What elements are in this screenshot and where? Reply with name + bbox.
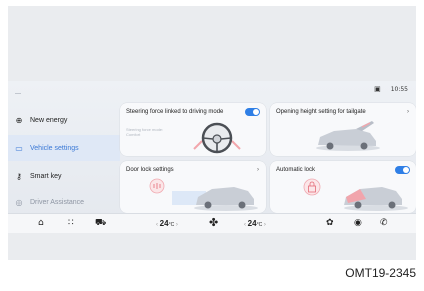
- sidebar-item-label: Driver Assistance: [30, 198, 85, 206]
- tailgate-height-card[interactable]: Opening height setting for tailgate ›: [270, 103, 416, 156]
- sidebar-item-new-energy[interactable]: ⊕ New energy: [8, 107, 120, 133]
- key-icon: ⚷: [16, 171, 22, 181]
- left-temperature[interactable]: ‹ 24°C ›: [156, 219, 178, 228]
- assistant-icon[interactable]: ◉: [354, 218, 362, 228]
- clock: 10:55: [390, 86, 408, 93]
- fan-icon[interactable]: ✤: [209, 216, 218, 229]
- steering-force-card[interactable]: Steering force linked to driving mode St…: [120, 103, 266, 156]
- battery-icon: ▣: [374, 85, 381, 93]
- sidebar: ⊕ New energy ▭ Vehicle settings ⚷ Smart …: [8, 81, 120, 233]
- phone-icon[interactable]: ✆: [380, 218, 388, 228]
- automatic-lock-card[interactable]: Automatic lock: [270, 161, 416, 213]
- car-auto-lock-icon: [303, 178, 408, 211]
- bottom-dock: ⌂ ∷ ⛟ ‹ 24°C › ✤ ‹ 24°C › ✿ ◉ ✆: [8, 213, 416, 233]
- car-icon: ▭: [15, 143, 23, 153]
- card-title: Opening height setting for tailgate: [276, 109, 366, 115]
- sidebar-item-label: Vehicle settings: [30, 144, 79, 152]
- right-temperature[interactable]: ‹ 24°C ›: [244, 219, 266, 228]
- sidebar-item-driver-assistance[interactable]: ◎ Driver Assistance: [8, 191, 120, 213]
- figure-caption: OMT19-2345: [345, 266, 416, 280]
- energy-icon: ⊕: [15, 115, 23, 125]
- card-title: Automatic lock: [276, 167, 316, 173]
- sidebar-item-vehicle-settings[interactable]: ▭ Vehicle settings: [8, 135, 120, 161]
- chevron-right-icon: ›: [257, 167, 259, 173]
- automatic-lock-toggle[interactable]: [395, 166, 410, 174]
- assist-icon: ◎: [15, 197, 23, 207]
- card-title: Door lock settings: [126, 167, 174, 173]
- card-title: Steering force linked to driving mode: [126, 109, 224, 115]
- right-temp-value: 24: [247, 219, 257, 228]
- infotainment-screen: ▣ 10:55 ⊕ New energy ▭ Vehicle settings …: [8, 81, 416, 233]
- car-icon[interactable]: ⛟: [95, 218, 106, 229]
- car-tailgate-icon: [316, 121, 380, 151]
- apps-icon[interactable]: ∷: [68, 218, 74, 228]
- steering-mode-text: Steering force mode: Comfort: [126, 127, 164, 137]
- sidebar-item-label: Smart key: [30, 172, 62, 180]
- chevron-right-icon: ›: [407, 109, 409, 115]
- left-temp-value: 24: [159, 219, 169, 228]
- sidebar-item-smart-key[interactable]: ⚷ Smart key: [8, 163, 120, 189]
- door-lock-card[interactable]: Door lock settings ›: [120, 161, 266, 213]
- settings-icon[interactable]: ✿: [326, 218, 334, 228]
- car-door-lock-icon: [149, 178, 258, 211]
- steering-wheel-icon: [193, 122, 241, 154]
- status-bar: ▣ 10:55: [374, 85, 408, 93]
- steering-toggle[interactable]: [245, 108, 260, 116]
- home-icon[interactable]: ⌂: [38, 218, 44, 228]
- sidebar-item-label: New energy: [30, 116, 68, 124]
